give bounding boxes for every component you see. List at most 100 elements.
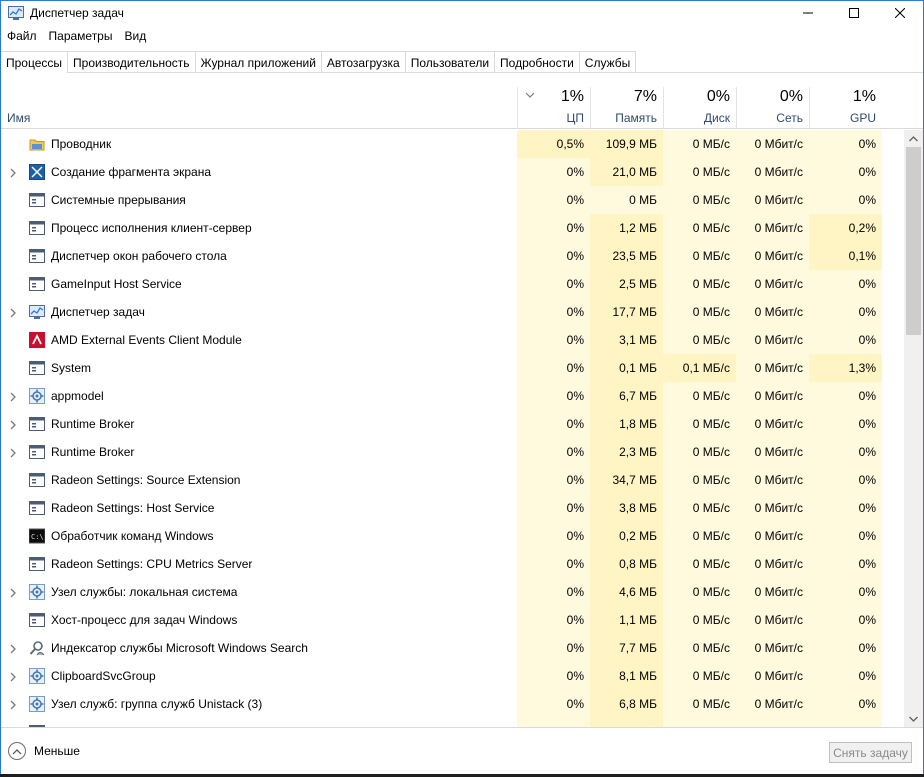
process-row[interactable]: Узел службы: локальная система 0% 4,6 МБ 0 … bbox=[1, 578, 904, 606]
scroll-up-button[interactable] bbox=[904, 130, 923, 147]
fewer-details-button[interactable]: Меньше bbox=[8, 742, 80, 760]
process-row[interactable]: Radeon Settings: CPU Metrics Server 0% 0,8… bbox=[1, 550, 904, 578]
cell-mem: 1,1 МБ bbox=[590, 606, 663, 634]
cell-net: 0 Мбит/с bbox=[754, 389, 803, 403]
scroll-down-button[interactable] bbox=[904, 710, 923, 727]
cell-disk: 0 МБ/с bbox=[692, 473, 730, 487]
process-row[interactable]: Диспетчер задач 0% 17,7 МБ 0 МБ/с 0 Мбит/с 0% bbox=[1, 298, 904, 326]
vertical-scrollbar[interactable] bbox=[904, 130, 923, 727]
cell-gpu: 0% bbox=[858, 277, 876, 291]
process-row[interactable]: Radeon Settings: Source Extension 0% 34,7 … bbox=[1, 466, 904, 494]
tab-processes[interactable]: Процессы bbox=[1, 51, 69, 73]
task-manager-window: Диспетчер задач Файл Параметры Вид Проце… bbox=[0, 0, 924, 777]
menu-file[interactable]: Файл bbox=[1, 27, 43, 47]
process-row[interactable]: Диспетчер окон рабочего стола 0% 23,5 МБ 0 … bbox=[1, 242, 904, 270]
cmd-icon: C:\ bbox=[28, 528, 46, 544]
column-disk-percent: 0% bbox=[706, 88, 730, 105]
process-row[interactable]: Хост-процесс для задач Windows 0% 1,1 МБ 0 … bbox=[1, 606, 904, 634]
cell-disk: 0 МБ/с bbox=[692, 445, 730, 459]
expand-chevron-icon[interactable] bbox=[9, 587, 17, 598]
cell-gpu: 0,2% bbox=[809, 214, 882, 242]
column-disk-label: Диск bbox=[703, 111, 730, 125]
cell-net: 0 Мбит/с bbox=[754, 417, 803, 431]
column-cpu[interactable]: 1% ЦП bbox=[517, 87, 590, 129]
cell-cpu: 0% bbox=[566, 361, 584, 375]
tab-startup[interactable]: Автозагрузка bbox=[320, 51, 406, 72]
expand-chevron-icon[interactable] bbox=[9, 307, 17, 318]
cell-disk: 0 МБ/с bbox=[692, 221, 730, 235]
snip-icon bbox=[29, 164, 45, 180]
process-row[interactable]: Radeon Settings: Host Service 0% 3,8 МБ 0 М… bbox=[1, 494, 904, 522]
cell-gpu: 0% bbox=[858, 389, 876, 403]
process-row[interactable]: C:\ Обработчик команд Windows 0% 0,2 МБ 0 МБ… bbox=[1, 522, 904, 550]
process-name: ClipboardSvcGroup bbox=[51, 669, 156, 683]
cell-gpu: 0% bbox=[858, 305, 876, 319]
column-network[interactable]: 0% Сеть bbox=[736, 87, 809, 129]
window-icon bbox=[29, 556, 45, 572]
process-name: Хост-процесс для задач Windows bbox=[51, 613, 238, 627]
cell-net: 0 Мбит/с bbox=[754, 137, 803, 151]
tab-performance[interactable]: Производительность bbox=[67, 51, 196, 72]
process-table: Проводник 0,5% 109,9 МБ 0 МБ/с 0 Мбит/с 0% Соз… bbox=[1, 130, 904, 727]
column-memory-label: Память bbox=[615, 111, 657, 125]
process-name: appmodel bbox=[51, 389, 104, 403]
expand-chevron-icon[interactable] bbox=[9, 167, 17, 178]
process-row[interactable]: appmodel 0% 6,7 МБ 0 МБ/с 0 Мбит/с 0% bbox=[1, 382, 904, 410]
process-row[interactable]: Runtime Broker 0% 1,8 МБ 0 МБ/с 0 Мбит/с 0% bbox=[1, 410, 904, 438]
cell-net: 0 Мбит/с bbox=[754, 333, 803, 347]
column-memory[interactable]: 7% Память bbox=[590, 87, 663, 129]
expand-chevron-icon[interactable] bbox=[9, 699, 17, 710]
end-task-button[interactable]: Снять задачу bbox=[829, 742, 912, 763]
cell-mem: 6,8 МБ bbox=[590, 690, 663, 718]
process-row[interactable] bbox=[1, 718, 904, 727]
process-row[interactable]: Процесс исполнения клиент-сервер 0% 1,2 МБ… bbox=[1, 214, 904, 242]
expand-chevron-icon[interactable] bbox=[9, 419, 17, 430]
cell-mem: 8,1 МБ bbox=[590, 662, 663, 690]
process-row[interactable]: Создание фрагмента экрана 0% 21,0 МБ 0 МБ/с… bbox=[1, 158, 904, 186]
process-row[interactable]: Системные прерывания 0% 0 МБ 0 МБ/с 0 Мбит/с… bbox=[1, 186, 904, 214]
cell-mem: 0,2 МБ bbox=[590, 522, 663, 550]
process-name: Проводник bbox=[51, 137, 112, 151]
column-name[interactable]: Имя bbox=[7, 111, 30, 125]
expand-chevron-icon[interactable] bbox=[9, 447, 17, 458]
cell-cpu: 0% bbox=[566, 305, 584, 319]
tab-app-history[interactable]: Журнал приложений bbox=[194, 51, 322, 72]
process-row[interactable]: System 0% 0,1 МБ 0,1 МБ/с 0 Мбит/с 1,3% bbox=[1, 354, 904, 382]
window-icon bbox=[29, 360, 45, 376]
cell-disk: 0 МБ/с bbox=[692, 417, 730, 431]
process-row[interactable]: AMD External Events Client Module 0% 3,1 М… bbox=[1, 326, 904, 354]
cell-disk: 0 МБ/с bbox=[692, 529, 730, 543]
cell-disk: 0 МБ/с bbox=[692, 137, 730, 151]
task-manager-icon bbox=[8, 6, 24, 20]
menu-view[interactable]: Вид bbox=[118, 27, 152, 47]
cell-mem: 2,5 МБ bbox=[590, 270, 663, 298]
menu-options[interactable]: Параметры bbox=[43, 27, 119, 47]
window-icon bbox=[29, 612, 45, 628]
tab-services[interactable]: Службы bbox=[578, 51, 637, 72]
process-row[interactable]: Runtime Broker 0% 2,3 МБ 0 МБ/с 0 Мбит/с 0% bbox=[1, 438, 904, 466]
minimize-button[interactable] bbox=[785, 1, 831, 25]
process-row[interactable]: Индексатор службы Microsoft Windows Sear… bbox=[1, 634, 904, 662]
cell-net: 0 Мбит/с bbox=[754, 473, 803, 487]
expand-chevron-icon[interactable] bbox=[9, 643, 17, 654]
maximize-button[interactable] bbox=[831, 1, 877, 25]
process-row[interactable]: Проводник 0,5% 109,9 МБ 0 МБ/с 0 Мбит/с 0% bbox=[1, 130, 904, 158]
process-row[interactable]: ClipboardSvcGroup 0% 8,1 МБ 0 МБ/с 0 Мбит/с 0… bbox=[1, 662, 904, 690]
cell-cpu: 0% bbox=[566, 641, 584, 655]
column-gpu[interactable]: 1% GPU bbox=[809, 87, 882, 129]
close-button[interactable] bbox=[877, 1, 923, 25]
expand-chevron-icon[interactable] bbox=[9, 671, 17, 682]
scroll-thumb[interactable] bbox=[906, 147, 921, 335]
cell-net: 0 Мбит/с bbox=[754, 277, 803, 291]
expand-chevron-icon[interactable] bbox=[9, 391, 17, 402]
cell-disk bbox=[663, 718, 736, 727]
process-row[interactable]: GameInput Host Service 0% 2,5 МБ 0 МБ/с 0 Мб… bbox=[1, 270, 904, 298]
cell-cpu: 0% bbox=[566, 557, 584, 571]
tab-users[interactable]: Пользователи bbox=[404, 51, 496, 72]
process-row[interactable]: Узел служб: группа служб Unistack (3) 0% 6… bbox=[1, 690, 904, 718]
tab-details[interactable]: Подробности bbox=[494, 51, 580, 72]
cell-mem: 0 МБ bbox=[590, 186, 663, 214]
cell-gpu: 0% bbox=[858, 557, 876, 571]
cell-mem: 6,7 МБ bbox=[590, 382, 663, 410]
column-disk[interactable]: 0% Диск bbox=[663, 87, 736, 129]
